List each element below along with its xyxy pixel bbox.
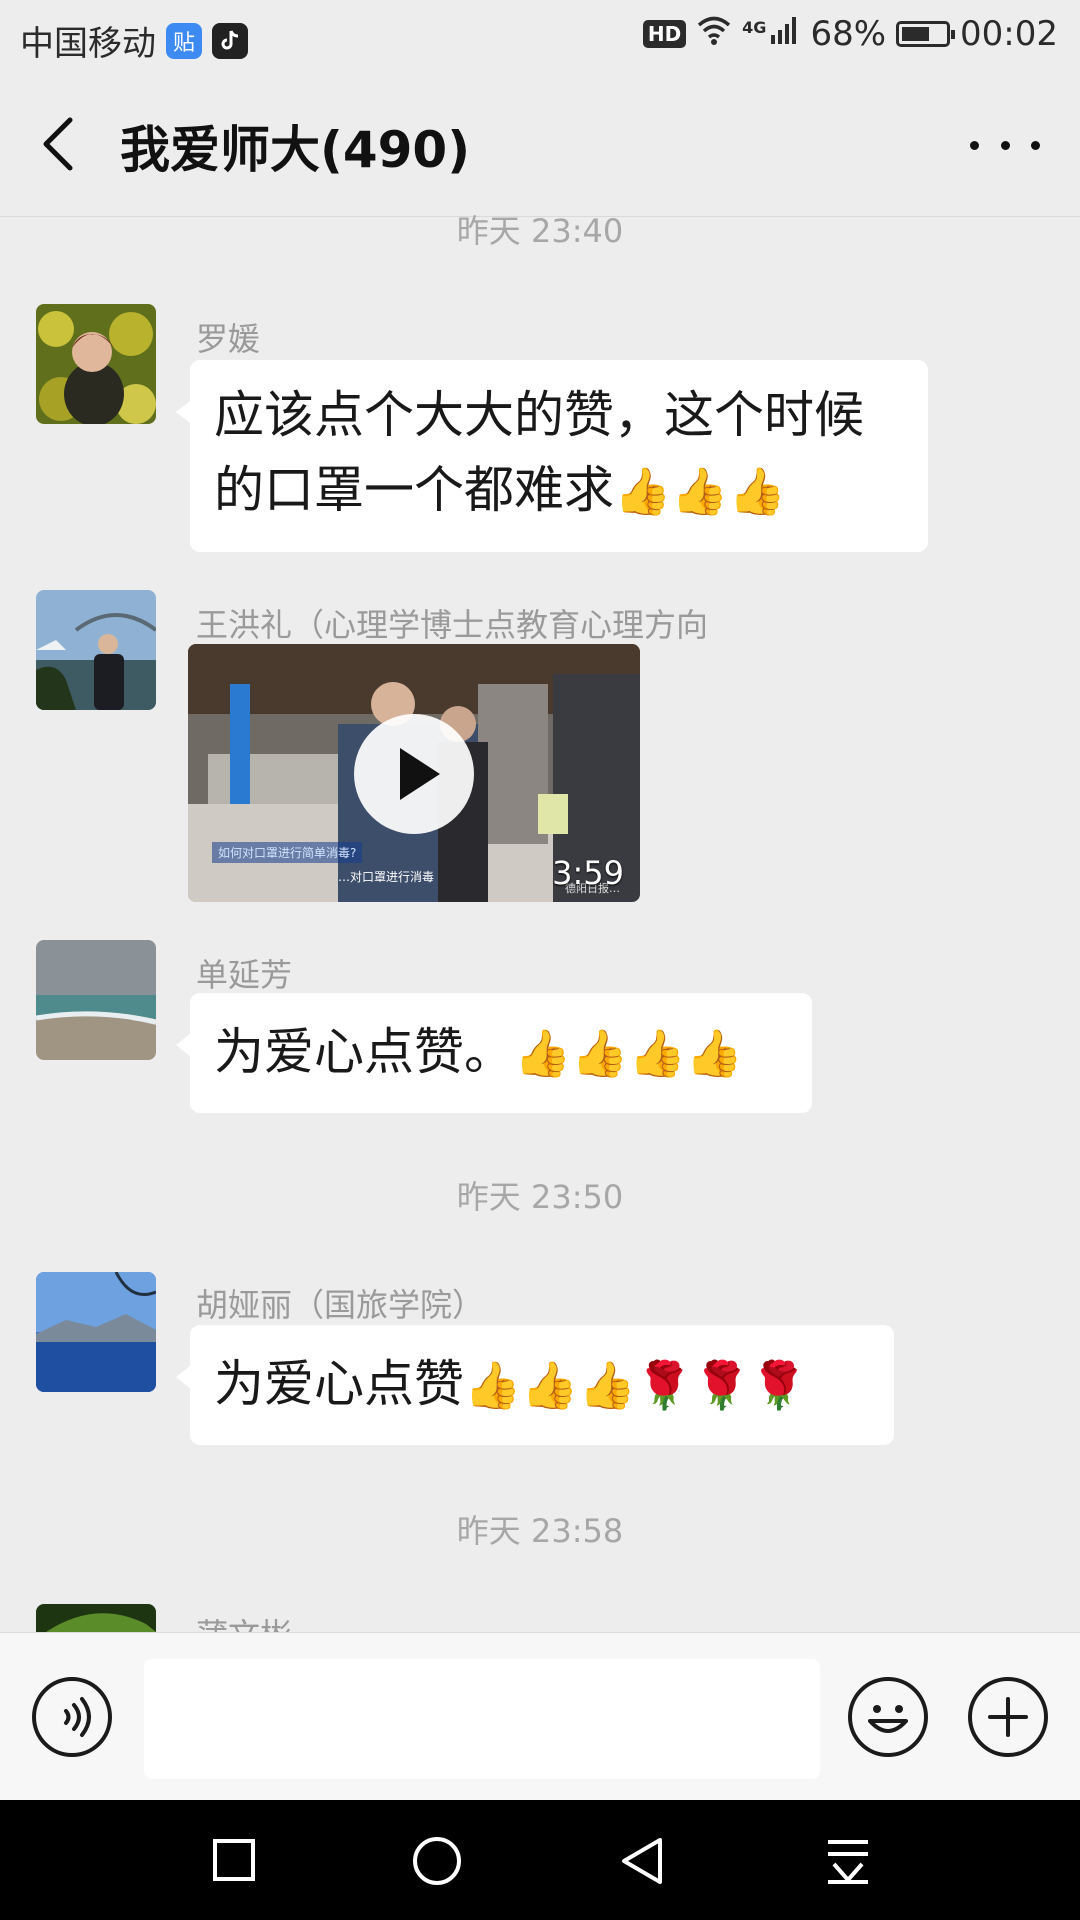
message-bubble[interactable]: 为爱心点赞👍👍👍🌹🌹🌹 bbox=[176, 1325, 894, 1445]
message-input[interactable] bbox=[144, 1659, 820, 1779]
battery-icon bbox=[896, 21, 956, 47]
avatar[interactable] bbox=[36, 940, 156, 1060]
chat-title: 我爱师大(490) bbox=[120, 121, 471, 179]
status-bar: 中国移动 贴 HD 4G 68% 00:02 bbox=[0, 0, 1080, 72]
timestamp: 昨天 23:58 bbox=[456, 1512, 624, 1550]
sender-name: 单延芳 bbox=[196, 956, 293, 994]
hd-icon: HD bbox=[642, 20, 687, 48]
sender-name: 蒲文彬 bbox=[196, 1610, 292, 1632]
avatar[interactable] bbox=[36, 1272, 156, 1392]
recent-apps-icon[interactable] bbox=[212, 1838, 256, 1886]
signal-icon bbox=[770, 14, 800, 54]
sender-name: 罗媛 bbox=[196, 320, 261, 358]
wifi-icon bbox=[696, 14, 732, 54]
thumbs-up-emoji: 👍👍👍👍 bbox=[514, 1026, 744, 1080]
avatar[interactable] bbox=[36, 1604, 156, 1632]
add-more-icon[interactable] bbox=[968, 1677, 1048, 1757]
tiktok-app-icon bbox=[212, 22, 248, 59]
input-bar bbox=[0, 1632, 1080, 1801]
video-message[interactable]: 如何对口罩进行简单消毒? …对口罩进行消毒 德阳日报… 3:59 bbox=[188, 644, 640, 902]
sender-name: 胡娅丽（国旅学院） bbox=[196, 1286, 485, 1324]
play-icon[interactable] bbox=[354, 714, 474, 834]
message-bubble[interactable]: 应该点个大大的赞，这个时候 的口罩一个都难求👍👍👍 bbox=[176, 360, 928, 552]
network-type: 4G bbox=[742, 17, 767, 37]
message-text: 为爱心点赞。 bbox=[214, 1023, 514, 1081]
sender-name: 王洪礼（心理学博士点教育心理方向 bbox=[196, 606, 709, 644]
voice-input-icon[interactable] bbox=[32, 1677, 112, 1757]
clock: 00:02 bbox=[960, 14, 1058, 54]
system-nav-bar bbox=[0, 1800, 1080, 1920]
more-options-icon[interactable] bbox=[970, 130, 1040, 160]
thumbs-up-rose-emoji: 👍👍👍🌹🌹🌹 bbox=[464, 1358, 808, 1412]
home-icon[interactable] bbox=[412, 1836, 462, 1890]
message-text: 为爱心点赞 bbox=[214, 1355, 464, 1413]
battery-percent: 68% bbox=[810, 14, 887, 54]
carrier-name: 中国移动 bbox=[20, 24, 156, 64]
back-arrow-icon[interactable] bbox=[30, 112, 90, 176]
message-bubble[interactable]: 为爱心点赞。👍👍👍👍 bbox=[176, 993, 812, 1113]
timestamp: 昨天 23:50 bbox=[456, 1178, 624, 1216]
avatar[interactable] bbox=[36, 590, 156, 710]
timestamp: 昨天 23:40 bbox=[456, 212, 624, 250]
back-nav-icon[interactable] bbox=[618, 1836, 666, 1890]
video-subtitle: …对口罩进行消毒 bbox=[338, 870, 435, 884]
video-duration: 3:59 bbox=[552, 854, 624, 892]
chat-header: 我爱师大(490) bbox=[0, 72, 1080, 217]
tieba-app-icon: 贴 bbox=[166, 22, 202, 59]
message-text: 的口罩一个都难求👍👍👍 bbox=[214, 461, 786, 519]
thumbs-up-emoji: 👍👍👍 bbox=[614, 464, 786, 518]
notification-pulldown-icon[interactable] bbox=[824, 1836, 872, 1890]
emoji-icon[interactable] bbox=[848, 1677, 928, 1757]
video-caption: 如何对口罩进行简单消毒? bbox=[212, 842, 363, 863]
avatar[interactable] bbox=[36, 304, 156, 424]
message-text: 应该点个大大的赞，这个时候 bbox=[214, 386, 864, 444]
